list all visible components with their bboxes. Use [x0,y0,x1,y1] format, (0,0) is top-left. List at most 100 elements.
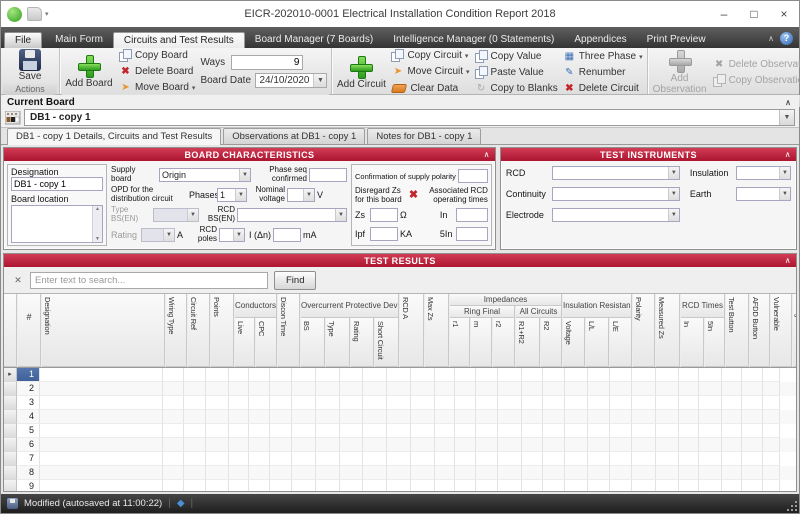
data-cell[interactable] [249,466,270,480]
data-cell[interactable] [316,396,340,410]
data-cell[interactable] [632,396,656,410]
data-cell[interactable] [498,466,522,480]
data-cell[interactable] [588,466,610,480]
add-circuit-button[interactable]: Add Circuit [336,55,386,91]
column-header-r2[interactable]: r2 [493,318,515,367]
data-cell[interactable] [763,466,780,480]
column-header-wiring-type[interactable]: Wiring Type [166,294,187,367]
data-cell[interactable] [498,382,522,396]
data-cell[interactable] [340,424,363,438]
data-cell[interactable] [522,396,543,410]
data-cell[interactable] [699,410,722,424]
column-header-max-zs[interactable]: Max Zs [425,294,449,367]
data-cell[interactable] [229,438,249,452]
close-button[interactable]: × [769,3,799,25]
data-cell[interactable] [763,452,780,466]
data-cell[interactable] [588,368,610,382]
data-cell[interactable] [656,438,679,452]
table-row[interactable]: 3 [4,396,796,410]
move-circuit-button[interactable]: ➤ Move Circuit ▾ [391,65,470,78]
data-cell[interactable] [229,382,249,396]
data-cell[interactable] [455,382,476,396]
data-cell[interactable] [411,466,435,480]
help-icon[interactable]: ? [780,32,793,45]
table-row[interactable]: 9 [4,480,796,491]
data-cell[interactable] [565,480,588,491]
data-cell[interactable] [476,480,498,491]
data-cell[interactable] [476,424,498,438]
copy-board-button[interactable]: Copy Board [119,49,195,62]
data-cell[interactable] [206,466,229,480]
data-cell[interactable] [163,410,184,424]
data-cell[interactable] [316,424,340,438]
column-header-bs[interactable]: BS [301,318,325,367]
data-cell[interactable] [184,466,206,480]
data-cell[interactable] [763,382,780,396]
data-cell[interactable] [387,410,411,424]
column-header-type[interactable]: Type [326,318,350,367]
data-cell[interactable] [699,424,722,438]
data-cell[interactable] [206,424,229,438]
data-cell[interactable] [249,382,270,396]
data-cell[interactable] [292,396,316,410]
data-cell[interactable] [588,382,610,396]
column-header-l-e[interactable]: L/E [610,318,632,367]
data-cell[interactable] [476,438,498,452]
data-cell[interactable] [249,438,270,452]
data-cell[interactable] [206,396,229,410]
data-cell[interactable] [632,368,656,382]
data-cell[interactable] [498,480,522,491]
data-cell[interactable] [656,396,679,410]
data-cell[interactable] [387,424,411,438]
data-cell[interactable] [699,452,722,466]
clear-data-button[interactable]: Clear Data [391,81,469,96]
idn-input[interactable] [273,228,301,242]
continuity-instrument-select[interactable]: ▼ [551,186,680,201]
data-cell[interactable] [387,452,411,466]
row-number-cell[interactable]: 5 [17,424,40,438]
data-cell[interactable] [565,410,588,424]
copy-to-blanks-button[interactable]: ↻ Copy to Blanks [475,82,558,95]
tab-appendices[interactable]: Appendices [564,32,636,48]
tab-board-manager[interactable]: Board Manager (7 Boards) [245,32,383,48]
row-selector[interactable] [4,396,17,410]
data-cell[interactable] [722,396,742,410]
data-cell[interactable] [40,424,163,438]
data-cell[interactable] [455,410,476,424]
data-cell[interactable] [435,480,455,491]
i5n-input[interactable] [455,226,488,241]
data-cell[interactable] [656,480,679,491]
collapse-section-icon[interactable]: ∧ [484,150,490,159]
data-cell[interactable] [411,424,435,438]
row-selector[interactable] [4,424,17,438]
data-cell[interactable] [742,480,763,491]
data-cell[interactable] [206,438,229,452]
rcd-bsen-select[interactable]: ▼ [237,208,347,222]
data-cell[interactable] [270,368,292,382]
data-cell[interactable] [229,410,249,424]
data-cell[interactable] [387,396,411,410]
copy-observation-button[interactable]: Copy Observation [712,73,800,87]
data-cell[interactable] [184,410,206,424]
data-cell[interactable] [699,382,722,396]
designation-input[interactable] [11,177,103,191]
data-cell[interactable] [543,466,565,480]
row-number-cell[interactable]: 9 [17,480,40,491]
data-cell[interactable] [498,396,522,410]
subtab-observations[interactable]: Observations at DB1 - copy 1 [223,128,366,144]
data-cell[interactable] [435,466,455,480]
data-cell[interactable] [699,438,722,452]
data-cell[interactable] [270,438,292,452]
data-cell[interactable] [270,452,292,466]
column-header-in[interactable]: In [681,318,704,367]
data-cell[interactable] [476,382,498,396]
data-cell[interactable] [722,424,742,438]
data-cell[interactable] [411,396,435,410]
data-cell[interactable] [249,368,270,382]
data-cell[interactable] [270,396,292,410]
data-cell[interactable] [763,368,780,382]
data-cell[interactable] [363,438,387,452]
tab-file[interactable]: File [4,32,43,48]
data-cell[interactable] [340,382,363,396]
delete-observation-button[interactable]: ✖ Delete Observation [713,58,800,71]
